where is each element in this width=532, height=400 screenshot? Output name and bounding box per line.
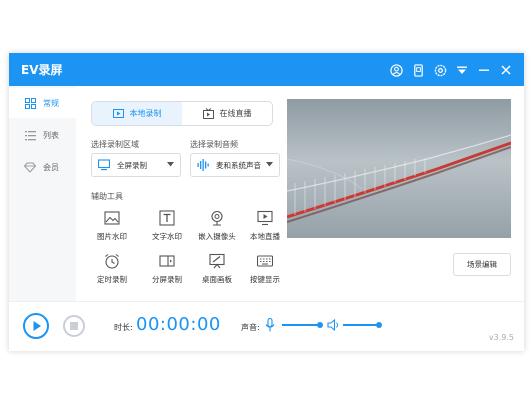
app-title: EV录屏 [21, 63, 63, 77]
dropdown-menu-icon[interactable] [452, 60, 472, 80]
version-label: v3.9.5 [488, 333, 514, 342]
scene-edit-button[interactable]: 场景编辑 [453, 253, 511, 276]
tab-label: 在线直播 [219, 109, 252, 118]
record-timer: 00:00:00 [136, 314, 221, 335]
sidebar-item-label: 会员 [43, 162, 59, 172]
preview-image [287, 99, 511, 238]
split-screen-icon [159, 255, 175, 267]
alarm-clock-icon [105, 254, 119, 269]
monitor-icon [98, 159, 110, 171]
tab-local-record[interactable]: 本地录制 [92, 102, 182, 125]
live-icon [202, 108, 214, 119]
speaker-volume-knob[interactable] [376, 322, 382, 328]
tablet-icon[interactable] [408, 60, 428, 80]
record-audio-label: 选择录制音频 [190, 140, 238, 149]
tool-label: 文字水印 [152, 232, 182, 241]
drawing-board-icon [209, 253, 225, 269]
tool-label: 本地直播 [250, 232, 280, 241]
tool-key-display[interactable]: 按键显示 [245, 253, 285, 285]
tab-label: 本地录制 [129, 109, 162, 118]
mic-volume-knob[interactable] [317, 322, 323, 328]
tool-timer-record[interactable]: 定时录制 [92, 253, 132, 285]
microphone-icon[interactable] [265, 318, 275, 332]
tool-label: 嵌入摄像头 [198, 232, 236, 241]
play-icon [33, 321, 41, 331]
grid-icon [23, 96, 37, 110]
tool-label: 按键显示 [250, 275, 280, 284]
tool-label: 桌面画板 [202, 275, 232, 284]
record-audio-value: 麦和系统声音 [216, 160, 261, 170]
sidebar-item-list[interactable]: 列表 [9, 120, 76, 150]
speaker-icon[interactable] [327, 319, 339, 331]
speaker-volume-slider[interactable] [343, 322, 382, 328]
record-area-label: 选择录制区域 [91, 140, 139, 149]
text-icon [159, 210, 175, 226]
record-area-value: 全屏录制 [117, 160, 147, 170]
sidebar: 常规 列表 会员 [9, 86, 76, 301]
sidebar-item-member[interactable]: 会员 [9, 152, 76, 182]
tools-label: 辅助工具 [91, 192, 123, 201]
tool-split-record[interactable]: 分屏录制 [147, 253, 187, 285]
webcam-icon [211, 210, 223, 226]
user-icon[interactable] [386, 60, 406, 80]
tab-live-stream[interactable]: 在线直播 [182, 102, 272, 125]
chevron-down-icon [167, 162, 174, 167]
record-area-select[interactable]: 全屏录制 [91, 153, 181, 177]
tool-text-watermark[interactable]: 文字水印 [147, 210, 187, 242]
tool-local-live[interactable]: 本地直播 [245, 210, 285, 242]
stop-icon [70, 322, 78, 330]
stop-button[interactable] [63, 315, 85, 337]
title-bar: EV录屏 [9, 53, 524, 86]
chevron-down-icon [266, 162, 273, 167]
video-icon [112, 109, 124, 118]
close-icon[interactable] [496, 60, 516, 80]
screen-play-icon [257, 210, 273, 226]
sidebar-item-label: 常规 [43, 98, 59, 108]
sidebar-item-general[interactable]: 常规 [9, 88, 76, 118]
play-button[interactable] [23, 313, 49, 339]
tool-embed-camera[interactable]: 嵌入摄像头 [197, 210, 237, 242]
tool-desktop-board[interactable]: 桌面画板 [197, 253, 237, 285]
diamond-icon [23, 160, 37, 174]
sidebar-item-label: 列表 [43, 130, 59, 140]
keyboard-icon [257, 255, 273, 267]
audio-wave-icon [197, 159, 209, 171]
tool-image-watermark[interactable]: 图片水印 [92, 210, 132, 242]
volume-label: 声音: [241, 323, 260, 332]
tool-label: 定时录制 [97, 275, 127, 284]
mode-tabs: 本地录制 在线直播 [91, 101, 273, 126]
mic-volume-fill [282, 324, 320, 326]
tool-label: 分屏录制 [152, 275, 182, 284]
main-content: 本地录制 在线直播 选择录制区域 选择录制音频 全屏录制 麦和系统声音 辅助工具… [76, 86, 524, 301]
speaker-volume-fill [343, 324, 379, 326]
settings-icon[interactable] [430, 60, 450, 80]
mic-volume-slider[interactable] [282, 322, 323, 328]
duration-label: 时长: [114, 323, 133, 332]
app-window: EV录屏 常规 列表 会员 本地录制 在线直播 选择录制区域 选择录制音频 全屏… [9, 53, 524, 351]
minimize-icon[interactable] [474, 60, 494, 80]
control-bar: 时长: 00:00:00 声音: v3.9.5 [9, 301, 524, 351]
list-icon [23, 128, 37, 142]
window-controls [386, 60, 516, 80]
record-audio-select[interactable]: 麦和系统声音 [190, 153, 280, 177]
image-icon [104, 211, 120, 225]
tool-label: 图片水印 [97, 232, 127, 241]
